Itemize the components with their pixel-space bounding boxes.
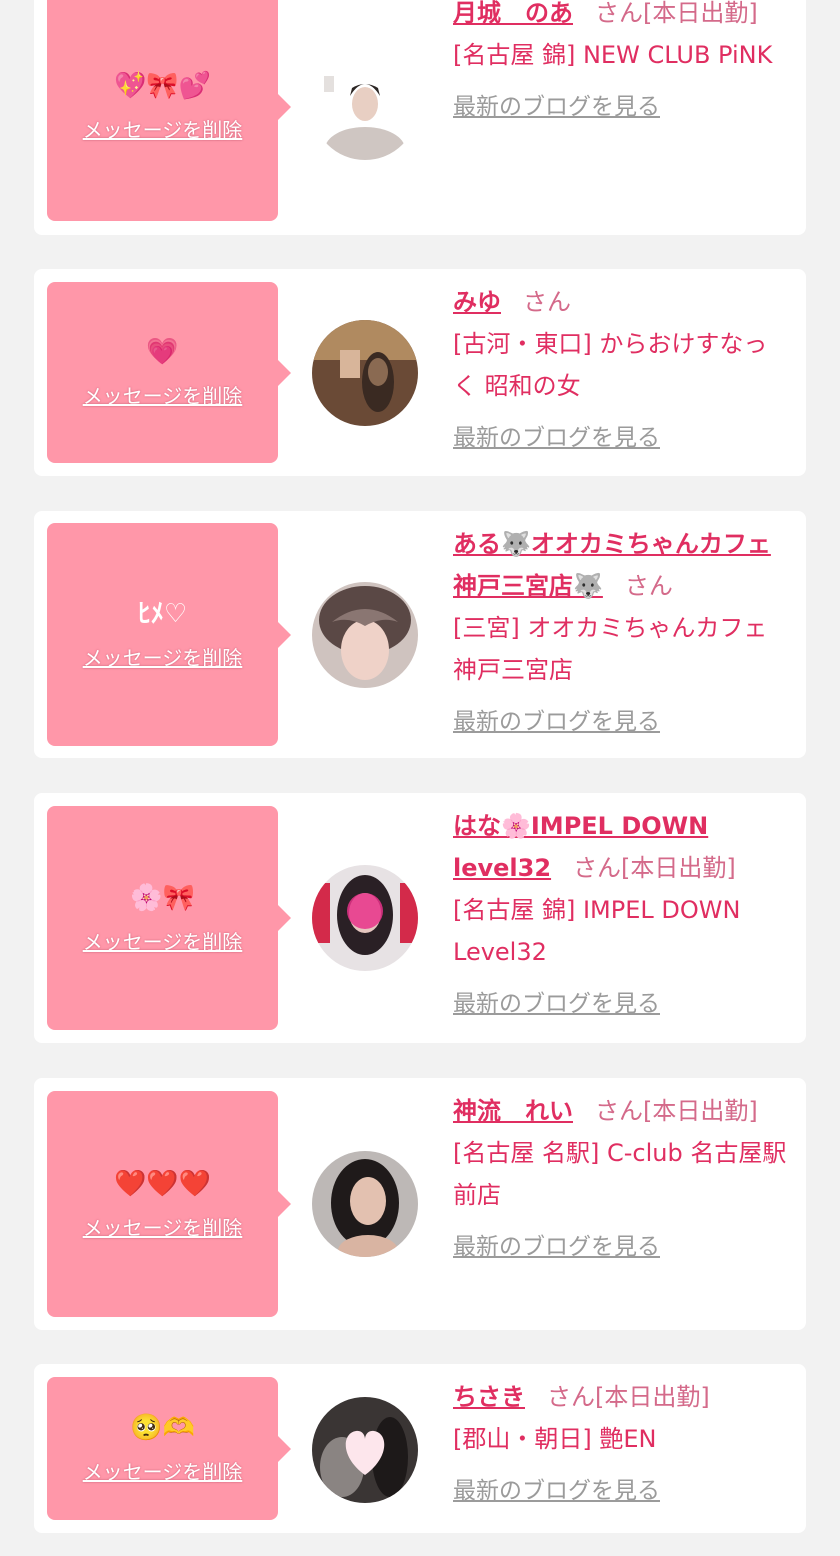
cast-name-link[interactable]: ある🐺オオカミちゃんカフェ神戸三宮店🐺 bbox=[453, 530, 771, 600]
latest-blog-link[interactable]: 最新のブログを見る bbox=[453, 1226, 660, 1268]
cast-info: はな🌸IMPEL DOWN level32 さん[本日出勤] [名古屋 錦] IM… bbox=[453, 805, 789, 1025]
avatar[interactable] bbox=[312, 1151, 418, 1257]
avatar-photo bbox=[312, 582, 418, 688]
shop-name: [郡山・朝日] 艶EN bbox=[453, 1425, 657, 1453]
cast-suffix: さん[本日出勤] bbox=[547, 1383, 710, 1411]
message-bubble: 💗 メッセージを削除 bbox=[47, 282, 291, 463]
message-text: 🥺🫶 bbox=[130, 1413, 195, 1443]
cast-name-link[interactable]: ちさき bbox=[453, 1383, 525, 1411]
message-bubble: ❤️❤️❤️ メッセージを削除 bbox=[47, 1091, 291, 1317]
message-bubble: 💖🎀💕 メッセージを削除 bbox=[47, 0, 291, 221]
cast-info: 神流 れい さん[本日出勤] [名古屋 名駅] C-club 名古屋駅前店 最新の… bbox=[453, 1090, 789, 1268]
message-text: ﾋﾒ♡ bbox=[137, 599, 188, 629]
delete-message-link[interactable]: メッセージを削除 bbox=[83, 1212, 243, 1241]
latest-blog-link[interactable]: 最新のブログを見る bbox=[453, 417, 660, 459]
cast-info: ちさき さん[本日出勤] [郡山・朝日] 艶EN 最新のブログを見る bbox=[453, 1376, 789, 1512]
message-card: 🌸🎀 メッセージを削除 はな🌸IMPEL DOWN level32 さん[本日出勤… bbox=[34, 793, 806, 1043]
delete-message-link[interactable]: メッセージを削除 bbox=[83, 1456, 243, 1485]
cast-name-link[interactable]: みゆ bbox=[453, 288, 501, 316]
latest-blog-link[interactable]: 最新のブログを見る bbox=[453, 983, 660, 1025]
cast-suffix: さん bbox=[624, 572, 673, 600]
message-card: ﾋﾒ♡ メッセージを削除 ある🐺オオカミちゃんカフェ神戸三宮店🐺 さん [三宮] … bbox=[34, 511, 806, 758]
cast-info: みゆ さん [古河・東口] からおけすなっく 昭和の女 最新のブログを見る bbox=[453, 281, 789, 459]
cast-suffix: さん[本日出勤] bbox=[573, 854, 736, 882]
message-text: ❤️❤️❤️ bbox=[113, 1168, 212, 1199]
cast-suffix: さん[本日出勤] bbox=[595, 1097, 758, 1125]
message-card: 💗 メッセージを削除 みゆ さん [古河・東口] からおけすなっく 昭和の女 最新… bbox=[34, 269, 806, 476]
cast-suffix: さん bbox=[523, 288, 571, 316]
avatar-photo bbox=[312, 865, 418, 971]
delete-message-link[interactable]: メッセージを削除 bbox=[83, 642, 243, 671]
message-card: 💖🎀💕 メッセージを削除 月城 のあ さん[本日出勤] [名古屋 錦] NEW C… bbox=[34, 0, 806, 235]
delete-message-link[interactable]: メッセージを削除 bbox=[83, 926, 243, 955]
message-bubble: 🥺🫶 メッセージを削除 bbox=[47, 1377, 291, 1520]
latest-blog-link[interactable]: 最新のブログを見る bbox=[453, 86, 660, 128]
avatar-photo bbox=[312, 1397, 418, 1503]
shop-name: [名古屋 錦] NEW CLUB PiNK bbox=[453, 41, 773, 69]
avatar[interactable] bbox=[312, 320, 418, 426]
avatar[interactable] bbox=[312, 1397, 418, 1503]
delete-message-link[interactable]: メッセージを削除 bbox=[83, 114, 243, 143]
shop-name: [古河・東口] からおけすなっく 昭和の女 bbox=[453, 330, 768, 400]
avatar-photo bbox=[312, 1151, 418, 1257]
avatar[interactable] bbox=[312, 865, 418, 971]
cast-suffix: さん[本日出勤] bbox=[595, 0, 758, 27]
avatar[interactable] bbox=[312, 582, 418, 688]
message-text: 💗 bbox=[146, 337, 179, 367]
avatar-photo bbox=[312, 320, 418, 426]
shop-name: [名古屋 錦] IMPEL DOWN Level32 bbox=[453, 896, 741, 966]
cast-name-link[interactable]: 神流 れい bbox=[453, 1097, 573, 1125]
avatar-photo bbox=[312, 54, 418, 160]
latest-blog-link[interactable]: 最新のブログを見る bbox=[453, 701, 660, 743]
shop-name: [三宮] オオカミちゃんカフェ神戸三宮店 bbox=[453, 614, 768, 684]
latest-blog-link[interactable]: 最新のブログを見る bbox=[453, 1470, 660, 1512]
message-text: 💖🎀💕 bbox=[113, 71, 212, 101]
message-bubble: ﾋﾒ♡ メッセージを削除 bbox=[47, 523, 291, 746]
message-text: 🌸🎀 bbox=[130, 882, 195, 913]
message-card: ❤️❤️❤️ メッセージを削除 神流 れい さん[本日出勤] [名古屋 名駅] C… bbox=[34, 1078, 806, 1330]
avatar[interactable] bbox=[312, 54, 418, 160]
cast-info: ある🐺オオカミちゃんカフェ神戸三宮店🐺 さん [三宮] オオカミちゃんカフェ神戸三… bbox=[453, 523, 789, 743]
shop-name: [名古屋 名駅] C-club 名古屋駅前店 bbox=[453, 1139, 787, 1209]
delete-message-link[interactable]: メッセージを削除 bbox=[83, 380, 243, 409]
message-bubble: 🌸🎀 メッセージを削除 bbox=[47, 806, 291, 1030]
cast-name-link[interactable]: 月城 のあ bbox=[453, 0, 573, 27]
message-card: 🥺🫶 メッセージを削除 ちさき さん[本日出勤] [郡山・朝日] 艶EN 最新のブ… bbox=[34, 1364, 806, 1533]
cast-info: 月城 のあ さん[本日出勤] [名古屋 錦] NEW CLUB PiNK 最新のブ… bbox=[453, 0, 789, 128]
